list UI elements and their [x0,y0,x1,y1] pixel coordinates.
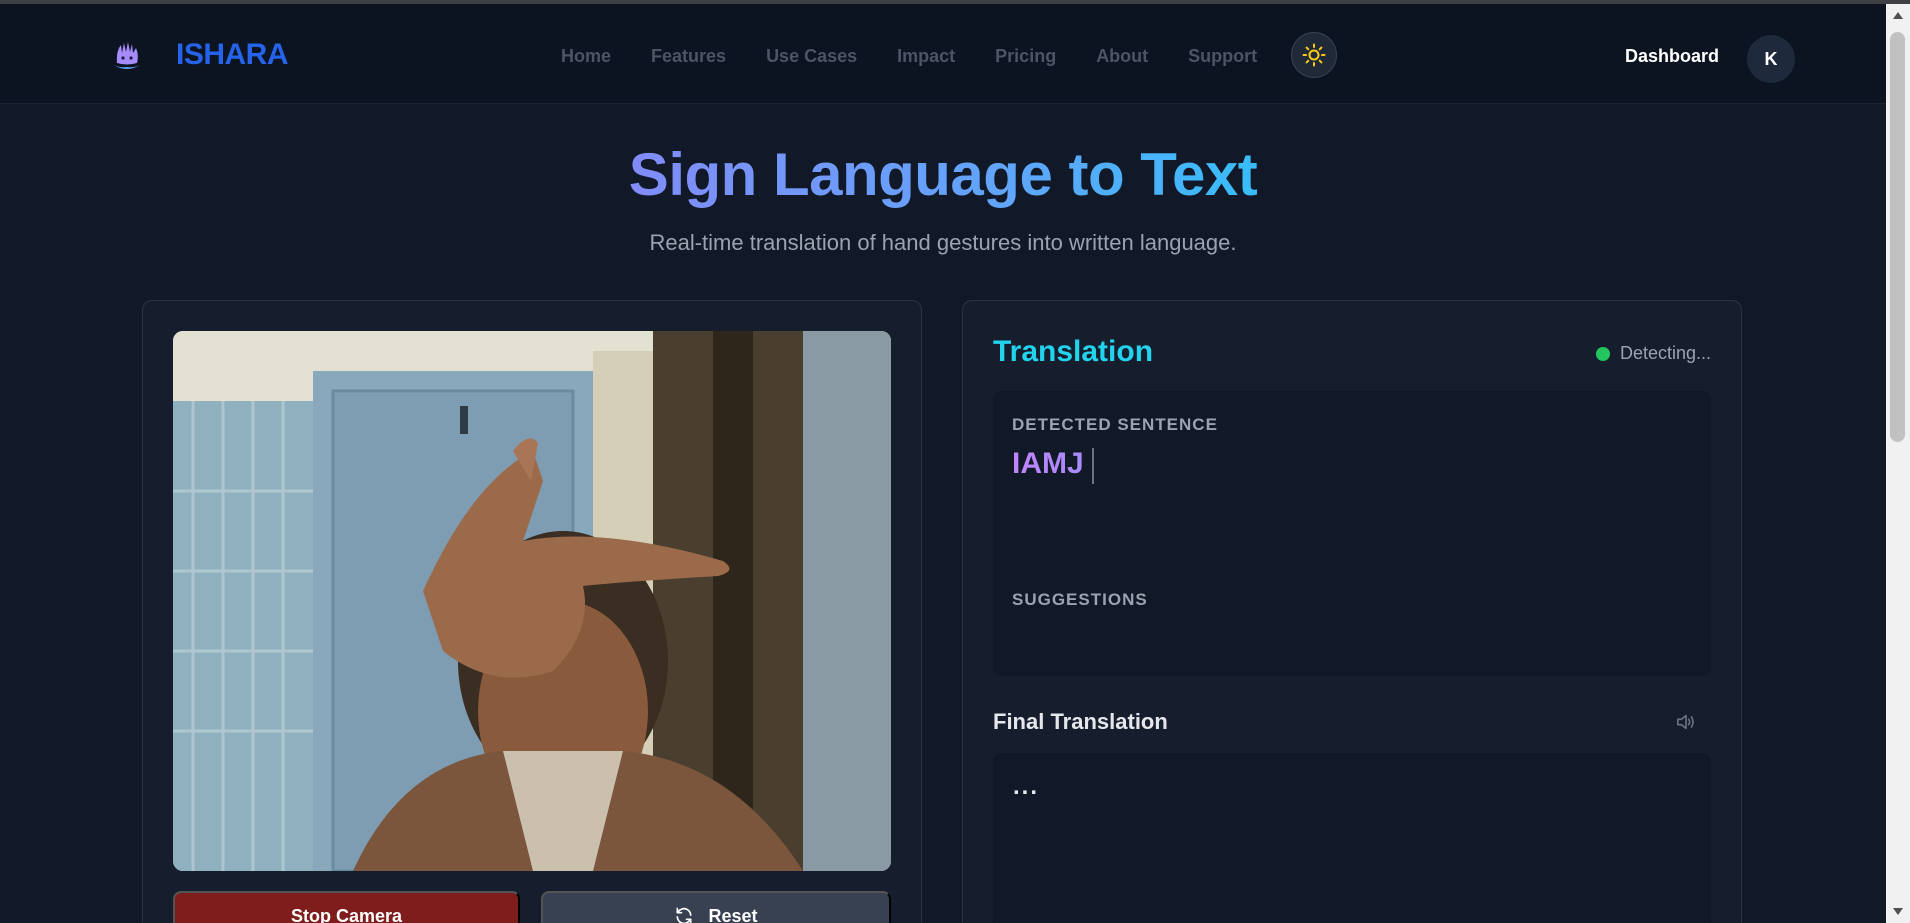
final-translation-panel: ... [993,753,1711,923]
final-translation-title: Final Translation [993,709,1168,734]
speaker-icon[interactable] [1675,712,1697,737]
nav-link-pricing[interactable]: Pricing [995,46,1056,67]
reset-button-label: Reset [708,905,758,923]
nav-link-about[interactable]: About [1096,46,1148,67]
sun-icon [1302,43,1326,67]
scroll-down-arrow-icon[interactable] [1893,908,1903,915]
scroll-up-arrow-icon[interactable] [1893,12,1903,19]
detected-sentence-panel: DETECTED SENTENCE IAMJ SUGGESTIONS [993,391,1711,676]
detection-status: Detecting... [1595,343,1711,364]
page-title: Sign Language to Text [628,141,1258,208]
reset-button[interactable]: Reset [541,891,891,923]
status-text: Detecting... [1619,343,1711,363]
status-dot [1595,346,1610,361]
translation-card: Translation Detecting... DETECTED SENTEN… [962,300,1742,923]
camera-card: Stop Camera Reset [142,300,922,923]
avatar[interactable]: K [1747,35,1795,83]
detected-sentence-label: DETECTED SENTENCE [1012,415,1218,434]
camera-feed [173,331,891,871]
nav-link-impact[interactable]: Impact [897,46,955,67]
main-nav: Home Features Use Cases Impact Pricing A… [561,46,1257,67]
dashboard-link[interactable]: Dashboard [1625,46,1719,67]
navbar: ISHARA Home Features Use Cases Impact Pr… [0,4,1886,104]
brand-name[interactable]: ISHARA [176,38,289,72]
nav-link-support[interactable]: Support [1188,46,1257,67]
theme-toggle-button[interactable] [1291,32,1337,78]
stop-camera-button[interactable]: Stop Camera [173,891,520,923]
nav-link-home[interactable]: Home [561,46,611,67]
refresh-icon [676,907,692,923]
page-scrollbar[interactable] [1886,4,1910,923]
logo-icon[interactable] [108,37,146,73]
text-caret [1092,448,1094,484]
detected-sentence-text: IAMJ [1012,447,1084,480]
translation-title: Translation [993,335,1154,368]
final-translation-text: ... [1013,773,1040,800]
page-subtitle: Real-time translation of hand gestures i… [649,230,1237,255]
suggestions-label: SUGGESTIONS [1012,590,1148,609]
scroll-thumb[interactable] [1890,32,1905,442]
nav-link-features[interactable]: Features [651,46,726,67]
nav-link-use-cases[interactable]: Use Cases [766,46,857,67]
